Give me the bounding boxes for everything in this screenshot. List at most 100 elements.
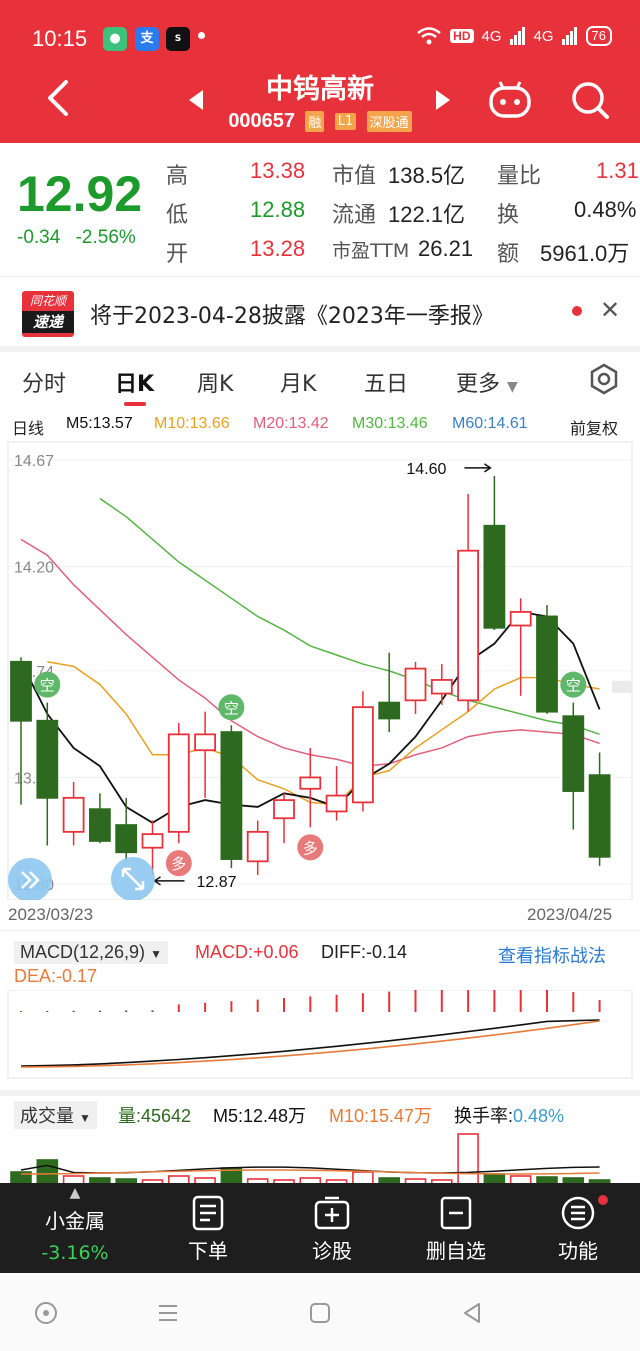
functions-button[interactable]: 功能 <box>530 1183 626 1273</box>
candle-down <box>115 824 138 854</box>
diff-value: DIFF:-0.14 <box>321 942 408 962</box>
order-button[interactable]: 下单 <box>160 1183 256 1273</box>
diagnose-stock-button[interactable]: 诊股 <box>284 1183 380 1273</box>
shenzhen-connect-tag: 深股通 <box>366 111 412 132</box>
ths-express-logo: 同花顺 速递 <box>22 291 74 337</box>
notification-dot-icon <box>198 32 205 39</box>
next-stock-icon[interactable] <box>436 90 450 110</box>
stock-name: 中钨高新 <box>266 74 374 105</box>
candle-up <box>351 706 374 804</box>
close-icon[interactable]: ✕ <box>600 296 620 324</box>
settings-gear-icon[interactable] <box>588 363 620 395</box>
status-right: HD 4G 4G 76 <box>416 26 612 46</box>
candle-down <box>536 615 558 713</box>
buy-signal-icon-text: 多 <box>171 855 186 873</box>
tab-weekly-k[interactable]: 周K <box>197 366 233 398</box>
wifi-icon <box>417 27 441 45</box>
sell-signal-icon-text: 空 <box>566 677 581 695</box>
candle-up <box>167 733 190 833</box>
tab-monthly-k[interactable]: 月K <box>280 366 316 398</box>
volume-header: 成交量 ▼ 量:45642 M5:12.48万 M10:15.47万 换手率:0… <box>0 1098 640 1129</box>
volume-chart[interactable] <box>0 1128 640 1184</box>
indicator-strategy-link[interactable]: 查看指标战法 <box>498 942 606 968</box>
level1-tag: L1 <box>334 113 357 130</box>
menu-lines-icon[interactable] <box>156 1301 180 1325</box>
sell-signal-icon-text: 空 <box>224 699 239 717</box>
pe-value: 26.21 <box>418 236 474 261</box>
adjust-mode[interactable]: 前复权 <box>570 415 618 439</box>
candle-up <box>509 611 532 627</box>
candle-down <box>220 731 243 860</box>
ma-legend: 日线 M5:13.57 M10:13.66 M20:13.42 M30:13.4… <box>0 412 640 438</box>
kline-type-label: 日线 <box>12 421 45 438</box>
section-divider <box>0 1090 640 1096</box>
macd-selector[interactable]: MACD(12,26,9) ▼ <box>14 941 168 964</box>
candle-down <box>483 524 506 629</box>
volume-value: 量:45642 <box>118 1106 192 1126</box>
hd-badge: HD <box>450 29 474 43</box>
candle-up <box>299 776 322 790</box>
change-percent: -2.56% <box>75 227 136 248</box>
sector-quick-view[interactable]: ▲ 小金属 -3.16% <box>20 1183 130 1273</box>
top-header: 10:15 ● 支 S HD 4G 4G 76 中钨高新 000657 融 L1… <box>0 0 640 143</box>
volume-ratio-value: 1.31 <box>596 158 639 183</box>
tab-five-day[interactable]: 五日 <box>364 366 408 398</box>
badge-dot-icon <box>598 1195 608 1205</box>
min-price-label: 12.87 <box>197 874 237 891</box>
candle-down <box>89 808 111 842</box>
announcement-text[interactable]: 将于2023-04-28披露《2023年一季报》 <box>90 298 494 330</box>
tab-intraday[interactable]: 分时 <box>22 366 66 398</box>
last-price: 12.92 <box>17 166 143 222</box>
ma20-value: M20:13.42 <box>253 415 329 432</box>
margin-tag: 融 <box>305 111 325 132</box>
y-tick-label: 14.20 <box>14 560 54 577</box>
recents-square-icon[interactable] <box>308 1301 332 1325</box>
pe-label: 市盈TTM <box>332 240 410 262</box>
chevron-up-icon: ▲ <box>69 1185 81 1201</box>
candle-up <box>273 799 295 820</box>
mcap-label: 市值 <box>332 164 377 189</box>
candle-down <box>10 660 32 722</box>
ma60-value: M60:14.61 <box>452 415 528 432</box>
macd-chart[interactable] <box>0 990 640 1080</box>
candle-up <box>194 733 217 752</box>
amount-value: 5961.0万 <box>540 241 630 266</box>
volume-selector[interactable]: 成交量 ▼ <box>14 1101 97 1129</box>
stock-code-row: 000657 融 L1 深股通 <box>0 108 640 133</box>
chevron-down-icon: ▼ <box>79 1111 91 1125</box>
search-icon[interactable] <box>570 80 610 120</box>
candle-down <box>588 774 611 858</box>
chevron-down-icon: ▼ <box>150 947 162 961</box>
amount-label: 额 <box>497 242 520 267</box>
price-change: -0.34 -2.56% <box>17 227 146 249</box>
volume-ratio-label: 量比 <box>497 164 542 189</box>
divider <box>0 930 640 931</box>
candle-down <box>562 715 585 792</box>
candle-up <box>404 667 427 702</box>
kline-chart[interactable]: 14.6714.2013.7413.2712.80 14.6012.87空空空多… <box>0 440 640 900</box>
announcement-banner[interactable]: 同花顺 速递 将于2023-04-28披露《2023年一季报》 <box>0 276 640 346</box>
home-circle-icon[interactable] <box>34 1301 58 1325</box>
remove-watchlist-button[interactable]: 删自选 <box>408 1183 504 1273</box>
dea-value: DEA:-0.17 <box>14 966 98 986</box>
start-date: 2023/03/23 <box>8 905 94 924</box>
open-label: 开 <box>166 242 189 267</box>
ma5-value: M5:13.57 <box>66 415 133 432</box>
turnover-rate-value: 0.48% <box>513 1106 565 1126</box>
turnover-value: 0.48% <box>574 197 637 222</box>
high-label: 高 <box>166 164 189 189</box>
bottom-toolbar: ▲ 小金属 -3.16% 下单 诊股 删自选 功能 <box>0 1183 640 1273</box>
back-triangle-icon[interactable] <box>460 1301 484 1325</box>
volume-m5: M5:12.48万 <box>213 1106 307 1126</box>
y-tick-label: 14.67 <box>14 453 54 470</box>
tab-daily-k[interactable]: 日K <box>115 366 154 398</box>
tab-more[interactable]: 更多 ▼ <box>456 366 518 398</box>
turnover-label: 换 <box>497 203 520 228</box>
order-sheet-icon <box>192 1195 224 1231</box>
robot-assistant-icon[interactable] <box>488 80 532 120</box>
low-value: 12.88 <box>250 197 306 222</box>
chart-period-tabs: 分时 日K 周K 月K 五日 更多 ▼ <box>0 352 640 408</box>
candle-down <box>36 719 59 799</box>
float-value: 122.1亿 <box>388 202 466 227</box>
candle-down <box>378 701 401 720</box>
